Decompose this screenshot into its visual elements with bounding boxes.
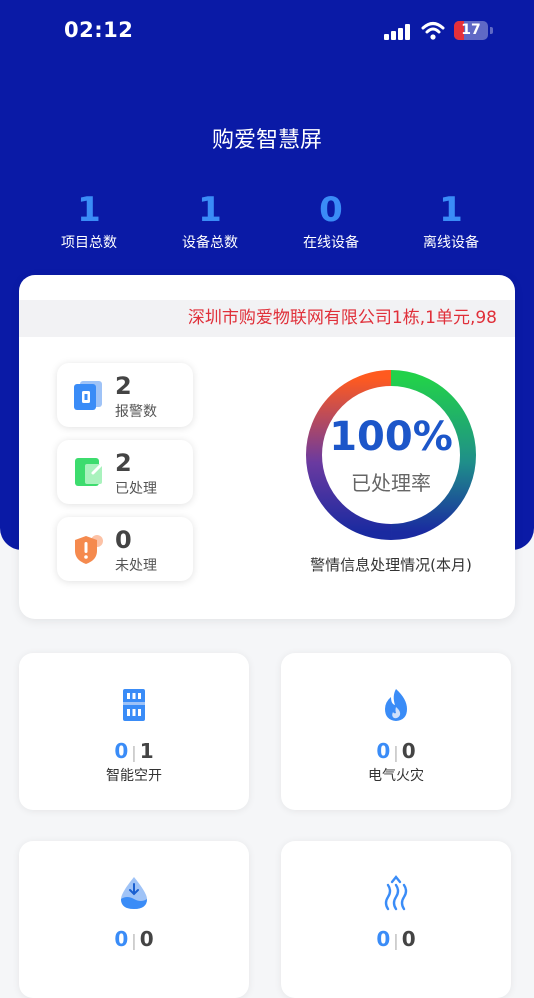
page-title: 购爱智慧屏 (211, 128, 322, 153)
water-drop-icon (121, 877, 147, 909)
stat-value: 1 (439, 190, 463, 230)
flame-icon (385, 689, 407, 721)
stat-label: 设备总数 (182, 235, 238, 251)
stat-online-devices[interactable]: 0 在线设备 (271, 190, 391, 252)
tile-counts: 0 | 0 (19, 927, 249, 953)
battery-level: 17 (461, 22, 481, 38)
device-tile-electrical-fire[interactable]: 0 | 0 电气火灾 (281, 653, 511, 810)
processing-rate-value: 100% (329, 414, 453, 460)
device-tile-water[interactable]: 0 | 0 (19, 841, 249, 998)
alarm-count-value: 2 (115, 372, 132, 400)
tile-count-online: 0 (376, 927, 391, 951)
tile-counts: 0 | 0 (281, 739, 511, 765)
stat-project-total[interactable]: 1 项目总数 (29, 190, 149, 252)
processing-rate-label: 已处理率 (351, 471, 431, 495)
notepad-check-icon (75, 458, 104, 486)
alarm-overview-card: 深圳市购爱物联网有限公司1栋,1单元,98 2 报警数 2 已处理 0 未处理 (19, 275, 515, 619)
device-tile-heat[interactable]: 0 | 0 (281, 841, 511, 998)
alarm-count-label: 报警数 (115, 404, 157, 420)
tile-counts: 0 | 1 (19, 739, 249, 765)
circuit-breaker-icon (123, 689, 145, 721)
heat-waves-icon (384, 875, 408, 911)
tile-count-total: 0 (401, 739, 416, 763)
stat-value: 0 (319, 190, 343, 230)
unhandled-count-label: 未处理 (115, 558, 157, 574)
document-icon (74, 381, 102, 410)
count-separator: | (131, 743, 137, 762)
count-separator: | (131, 931, 137, 950)
unhandled-count-value: 0 (115, 526, 132, 554)
tile-count-total: 1 (139, 739, 154, 763)
tile-count-online: 0 (114, 927, 129, 951)
tile-count-online: 0 (114, 739, 129, 763)
battery-icon: 17 (454, 21, 488, 40)
count-separator: | (393, 931, 399, 950)
tile-count-total: 0 (139, 927, 154, 951)
tile-name: 智能空开 (106, 768, 162, 784)
stat-value: 1 (77, 190, 101, 230)
marquee-text: 深圳市购爱物联网有限公司1栋,1单元,98 (187, 308, 497, 328)
processing-rate-caption: 警情信息处理情况(本月) (310, 556, 472, 574)
cellular-signal-icon (384, 24, 412, 40)
device-tile-smart-breaker[interactable]: 0 | 1 智能空开 (19, 653, 249, 810)
battery-tip (490, 27, 493, 34)
stat-label: 项目总数 (61, 235, 117, 251)
stat-device-total[interactable]: 1 设备总数 (150, 190, 270, 252)
stat-label: 离线设备 (423, 235, 479, 251)
stat-offline-devices[interactable]: 1 离线设备 (391, 190, 511, 252)
tile-count-total: 0 (401, 927, 416, 951)
handled-count-value: 2 (115, 449, 132, 477)
stat-label: 在线设备 (303, 235, 359, 251)
tile-counts: 0 | 0 (281, 927, 511, 953)
alarm-count-card[interactable]: 2 报警数 (57, 363, 193, 427)
stat-value: 1 (198, 190, 222, 230)
wifi-icon (421, 22, 445, 40)
tile-name: 电气火灾 (368, 768, 424, 784)
shield-alert-icon (75, 535, 103, 564)
status-bar: 02:12 17 (0, 0, 534, 62)
handled-count-card[interactable]: 2 已处理 (57, 440, 193, 504)
unhandled-count-card[interactable]: 0 未处理 (57, 517, 193, 581)
handled-count-label: 已处理 (115, 481, 157, 497)
alarm-marquee[interactable]: 深圳市购爱物联网有限公司1栋,1单元,98 (19, 300, 515, 337)
tile-count-online: 0 (376, 739, 391, 763)
clock: 02:12 (64, 18, 134, 42)
count-separator: | (393, 743, 399, 762)
stats-row: 1 项目总数 1 设备总数 0 在线设备 1 离线设备 (0, 190, 534, 254)
